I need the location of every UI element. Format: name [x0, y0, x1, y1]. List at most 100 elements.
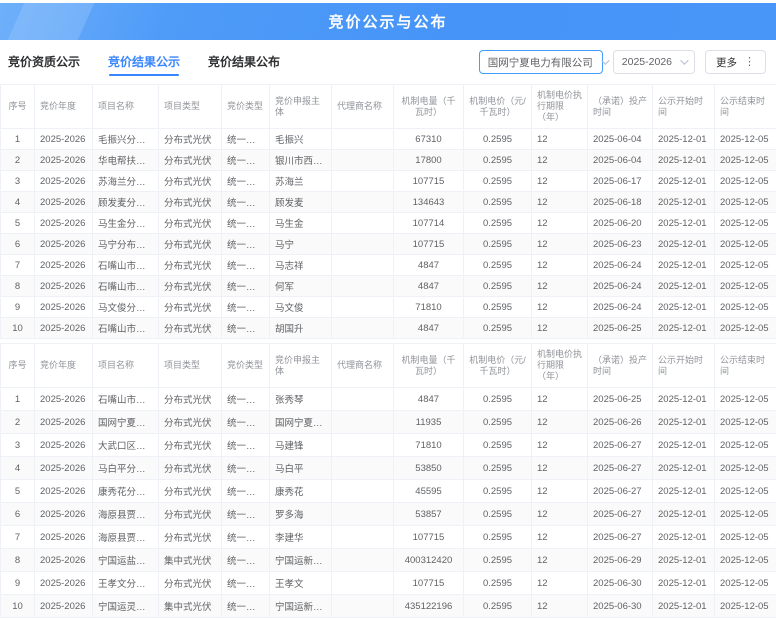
table-cell: 马白平 [270, 457, 332, 480]
table-cell: 2025-12-01 [653, 234, 715, 255]
table-cell: 统一竞价 [222, 434, 270, 457]
table-cell: 0.2595 [464, 388, 532, 411]
table-cell: 107715 [394, 572, 464, 595]
table-cell: 2025-12-05 [715, 150, 776, 171]
table-cell: 2025-12-05 [715, 572, 776, 595]
table-cell: 集中式光伏 [159, 595, 222, 618]
table-cell: 2025-2026 [35, 388, 93, 411]
table-cell: 2025-12-01 [653, 411, 715, 434]
table-row: 22025-2026国网宁夏电力...分布式光伏统一竞价国网宁夏电力...119… [1, 411, 776, 434]
table-cell: 2025-2026 [35, 526, 93, 549]
column-header: 序号 [1, 85, 35, 129]
company-select[interactable]: 国网宁夏电力有限公司 [479, 50, 603, 74]
table-cell: 苏海兰 [270, 171, 332, 192]
table-cell: 12 [532, 276, 588, 297]
table-cell: 2025-2026 [35, 318, 93, 339]
table-cell: 石嘴山市平罗... [93, 318, 159, 339]
table-cell: 2025-06-24 [588, 276, 653, 297]
table-cell: 统一竞价 [222, 457, 270, 480]
table-cell: 0.2595 [464, 192, 532, 213]
table-cell: 分布式光伏 [159, 526, 222, 549]
column-header: 机制电量（千瓦时） [394, 85, 464, 129]
table-cell: 集中式光伏 [159, 549, 222, 572]
table-cell: 9 [1, 297, 35, 318]
table-cell: 7 [1, 526, 35, 549]
table-cell [332, 276, 394, 297]
bid-results-table-1: 序号竞价年度项目名称项目类型竞价类型竞价申报主体代理商名称机制电量（千瓦时）机制… [0, 84, 776, 339]
table-cell: 2025-12-01 [653, 503, 715, 526]
table-cell: 2025-12-01 [653, 434, 715, 457]
year-select[interactable]: 2025-2026 [613, 50, 695, 74]
table-cell: 银川市西夏区... [270, 150, 332, 171]
table-cell: 12 [532, 171, 588, 192]
table-cell: 2025-2026 [35, 549, 93, 572]
table-cell: 9 [1, 572, 35, 595]
table-cell: 2025-06-27 [588, 457, 653, 480]
table-cell: 分布式光伏 [159, 480, 222, 503]
table-cell: 0.2595 [464, 526, 532, 549]
table-row: 12025-2026石嘴山市平罗...分布式光伏统一竞价张秀琴48470.259… [1, 388, 776, 411]
table-cell: 107715 [394, 234, 464, 255]
filter-controls: 国网宁夏电力有限公司 2025-2026 更多 ⋮ [479, 50, 766, 74]
more-button[interactable]: 更多 ⋮ [705, 50, 766, 74]
table-cell: 2025-2026 [35, 595, 93, 618]
table-cell: 2025-2026 [35, 171, 93, 192]
table-cell: 3 [1, 171, 35, 192]
table-cell: 0.2595 [464, 297, 532, 318]
column-header: 公示开始时间 [653, 344, 715, 388]
table-cell: 2025-06-04 [588, 150, 653, 171]
tab-bid-result-announcement[interactable]: 竞价结果公示 [108, 47, 180, 77]
table-cell: 0.2595 [464, 150, 532, 171]
table-cell: 马文俊分布式... [93, 297, 159, 318]
table-cell: 5 [1, 213, 35, 234]
table-cell: 毛振兴 [270, 129, 332, 150]
table-cell: 华电帮扶富宁... [93, 150, 159, 171]
table-cell: 2025-06-26 [588, 411, 653, 434]
table-cell: 12 [532, 503, 588, 526]
table-row: 62025-2026马宁分布式光...分布式光伏统一竞价马宁1077150.25… [1, 234, 776, 255]
table-cell: 石嘴山市平罗... [93, 255, 159, 276]
year-select-value: 2025-2026 [622, 56, 672, 68]
table-cell: 海原县贾塘乡... [93, 526, 159, 549]
table-cell: 107715 [394, 171, 464, 192]
column-header: 项目类型 [159, 344, 222, 388]
table-cell: 1 [1, 129, 35, 150]
table-cell [332, 572, 394, 595]
table-cell [332, 234, 394, 255]
table-cell: 2025-12-05 [715, 457, 776, 480]
table-cell: 6 [1, 503, 35, 526]
table-cell: 分布式光伏 [159, 503, 222, 526]
table-cell: 10 [1, 595, 35, 618]
tables-area: 序号竞价年度项目名称项目类型竞价类型竞价申报主体代理商名称机制电量（千瓦时）机制… [0, 84, 776, 618]
table-cell: 2025-12-05 [715, 129, 776, 150]
table-cell: 统一竞价 [222, 150, 270, 171]
table-cell: 2025-06-25 [588, 388, 653, 411]
table-cell: 12 [532, 388, 588, 411]
table-cell: 统一竞价 [222, 549, 270, 572]
column-header: 代理商名称 [332, 85, 394, 129]
table-cell: 2025-12-01 [653, 595, 715, 618]
table-cell: 王孝文 [270, 572, 332, 595]
table-cell: 0.2595 [464, 549, 532, 572]
table-cell: 马白平分布式... [93, 457, 159, 480]
table-cell: 罗多海 [270, 503, 332, 526]
table-cell: 统一竞价 [222, 411, 270, 434]
table-row: 72025-2026海原县贾塘乡...分布式光伏统一竞价李建华1077150.2… [1, 526, 776, 549]
tab-bid-result-publication[interactable]: 竞价结果公布 [208, 47, 280, 77]
tab-bid-qualification-announcement[interactable]: 竞价资质公示 [8, 47, 80, 77]
table-cell: 2025-06-04 [588, 129, 653, 150]
table-cell: 12 [532, 255, 588, 276]
column-header: 代理商名称 [332, 344, 394, 388]
table-cell: 0.2595 [464, 276, 532, 297]
table-cell: 2025-12-05 [715, 276, 776, 297]
table-row: 62025-2026海原县贾塘乡...分布式光伏统一竞价罗多海538570.25… [1, 503, 776, 526]
table-cell: 2025-2026 [35, 572, 93, 595]
column-header: 公示结束时间 [715, 85, 776, 129]
table-cell: 435122196 [394, 595, 464, 618]
table-cell: 2025-12-05 [715, 213, 776, 234]
table-cell: 12 [532, 411, 588, 434]
column-header: 竞价年度 [35, 85, 93, 129]
table-cell: 0.2595 [464, 129, 532, 150]
table-cell: 2025-06-18 [588, 192, 653, 213]
table-cell: 1 [1, 388, 35, 411]
